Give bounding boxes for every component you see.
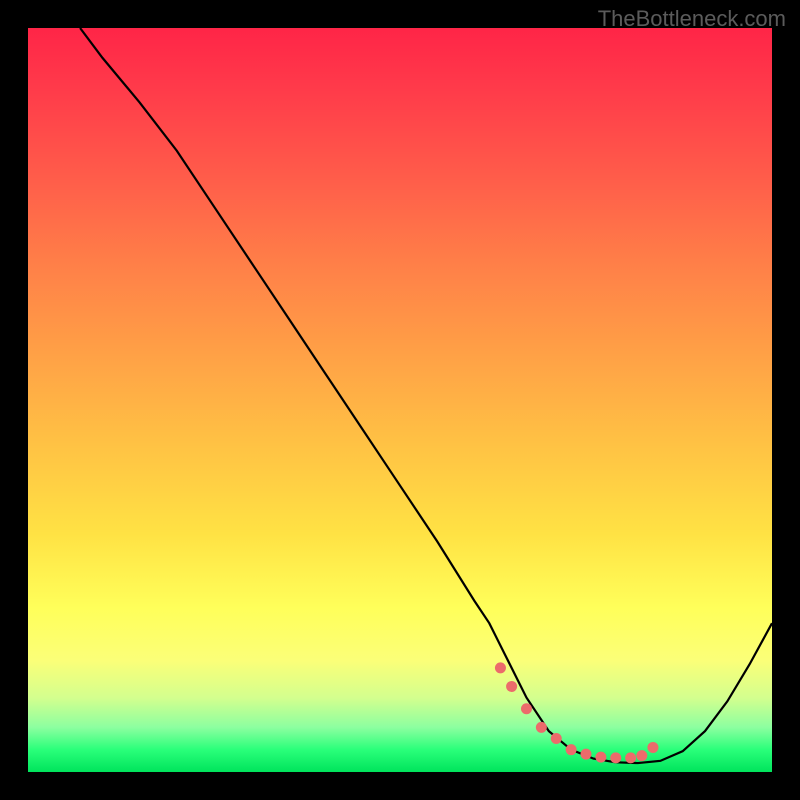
highlight-marker [495, 662, 506, 673]
highlight-marker [581, 749, 592, 760]
bottleneck-curve-line [80, 28, 772, 763]
highlight-marker [506, 681, 517, 692]
highlight-marker [536, 722, 547, 733]
highlight-marker [625, 752, 636, 763]
highlight-marker [595, 752, 606, 763]
highlight-marker [566, 744, 577, 755]
highlight-marker [521, 703, 532, 714]
watermark-text: TheBottleneck.com [598, 6, 786, 32]
chart-svg-overlay [28, 28, 772, 772]
chart-plot-area [28, 28, 772, 772]
highlight-markers [495, 662, 659, 763]
highlight-marker [610, 752, 621, 763]
highlight-marker [551, 733, 562, 744]
highlight-marker [647, 742, 658, 753]
highlight-marker [636, 750, 647, 761]
